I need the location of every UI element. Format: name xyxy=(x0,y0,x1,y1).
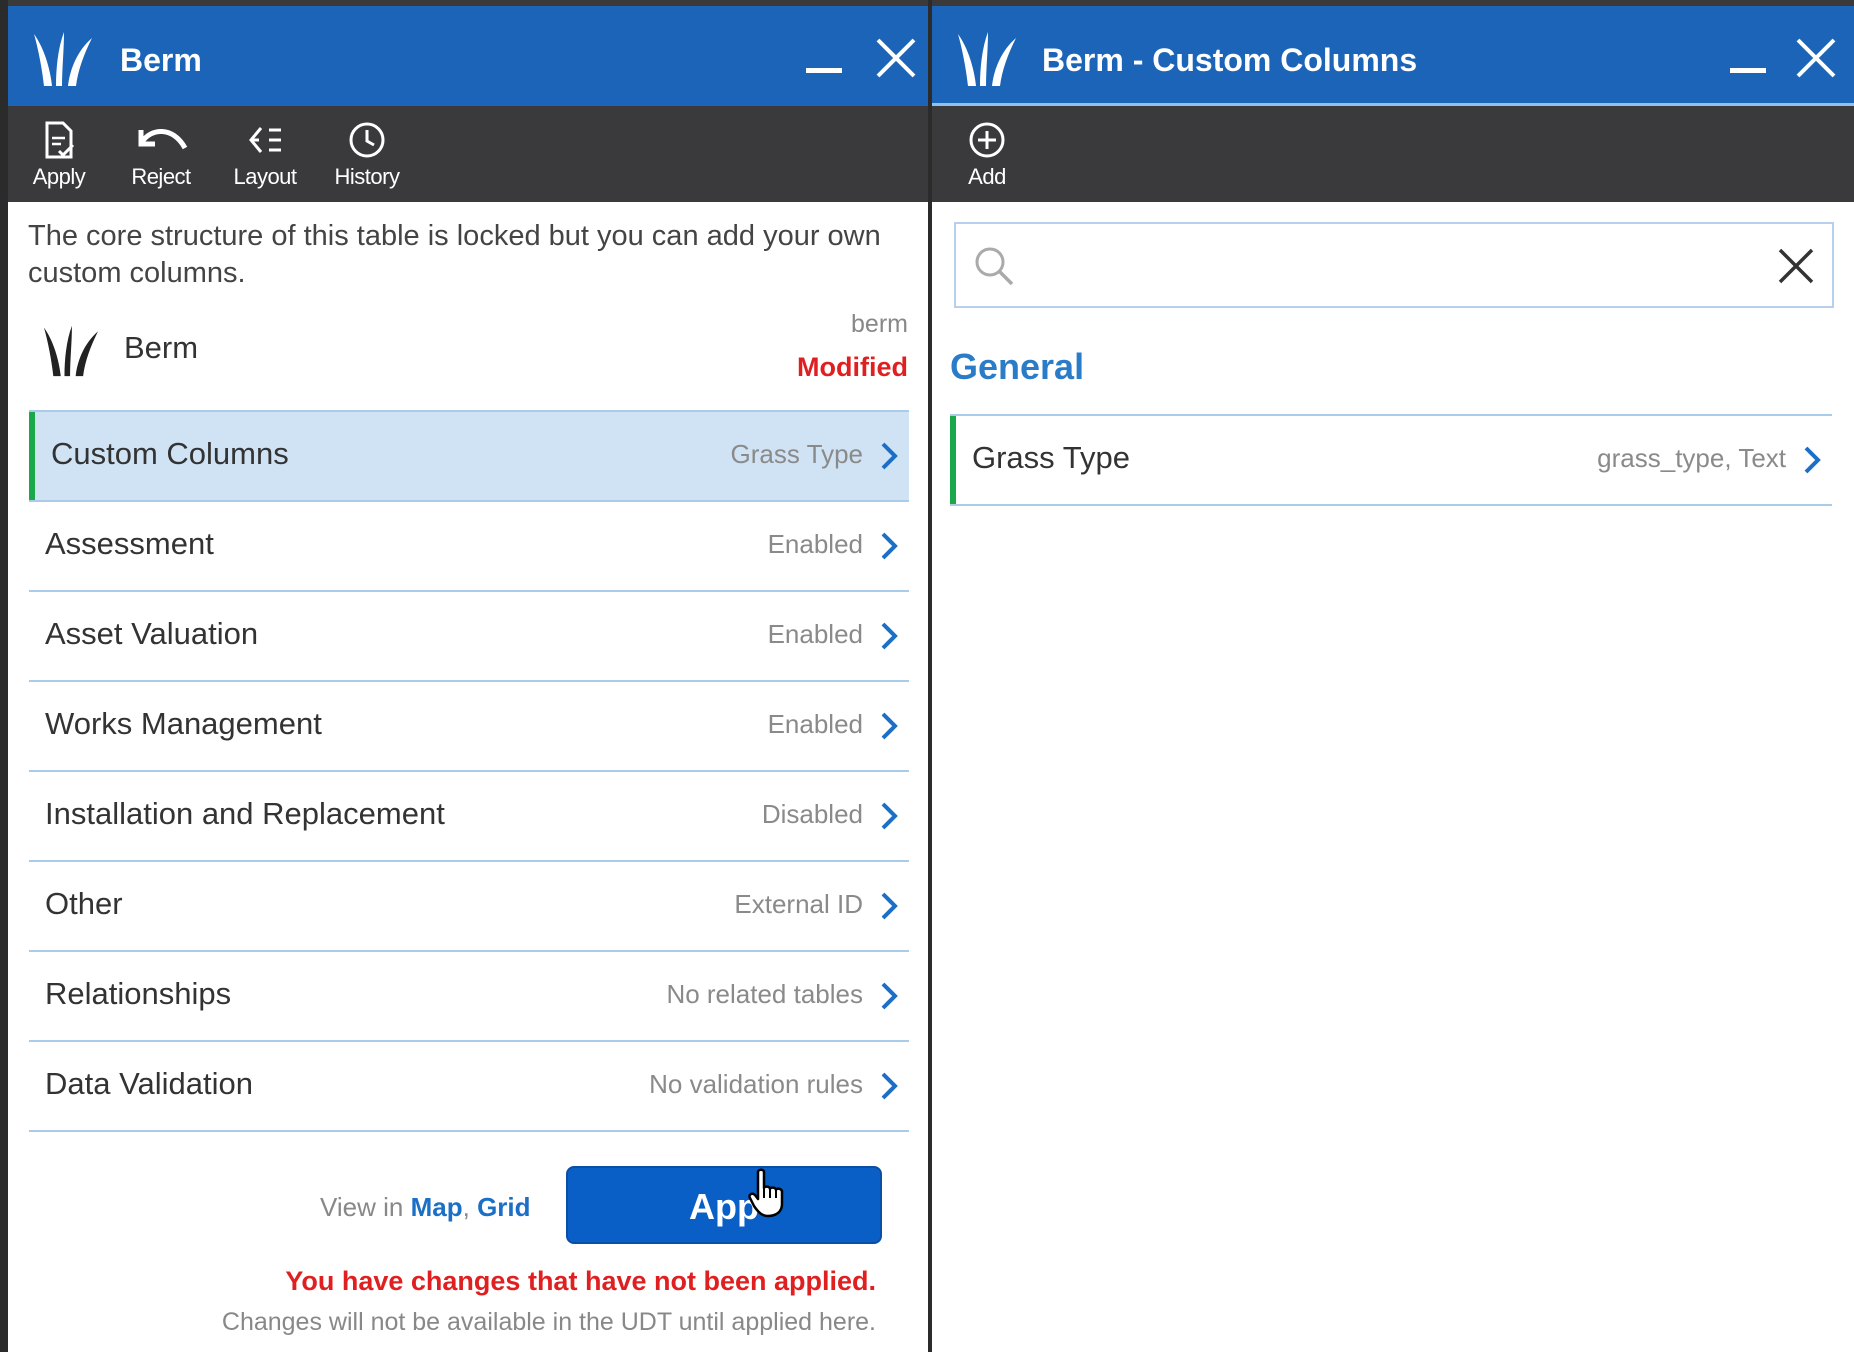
chevron-right-icon xyxy=(881,802,898,830)
list-item-value: No validation rules xyxy=(649,1069,863,1099)
list-item-label: Works Management xyxy=(45,706,322,741)
list-item-value: Enabled xyxy=(767,709,863,739)
chevron-right-icon xyxy=(881,532,898,560)
document-check-icon xyxy=(45,121,75,159)
chevron-right-icon xyxy=(881,622,898,650)
list-item-data-validation[interactable]: Data Validation No validation rules xyxy=(29,1042,909,1132)
list-item-works-management[interactable]: Works Management Enabled xyxy=(29,682,909,772)
grass-logo-icon xyxy=(958,32,1016,86)
list-item-installation-replacement[interactable]: Installation and Replacement Disabled xyxy=(29,772,909,862)
list-item-relationships[interactable]: Relationships No related tables xyxy=(29,952,909,1042)
list-item-other[interactable]: Other External ID xyxy=(29,862,909,952)
clock-icon xyxy=(349,122,385,158)
link-separator: , xyxy=(462,1192,470,1222)
list-item-value: Disabled xyxy=(761,799,863,829)
list-item-value: No related tables xyxy=(666,979,863,1009)
layout-icon xyxy=(249,127,281,153)
undo-icon xyxy=(138,129,188,150)
clear-search-icon[interactable] xyxy=(1774,244,1818,288)
list-item-grass-type[interactable]: Grass Type grass_type, Text xyxy=(950,414,1832,506)
minimize-icon[interactable] xyxy=(1722,32,1774,84)
search-box xyxy=(954,222,1834,308)
titlebar: Berm xyxy=(8,0,928,106)
list-item-label: Data Validation xyxy=(45,1066,253,1101)
list-item-label: Asset Valuation xyxy=(45,616,259,651)
list-item-label: Relationships xyxy=(45,976,232,1011)
window-title: Berm - Custom Columns xyxy=(1042,42,1418,78)
list-item-asset-valuation[interactable]: Asset Valuation Enabled xyxy=(29,592,909,682)
toolbar: Add xyxy=(932,106,1854,202)
grass-logo-icon xyxy=(34,32,92,86)
custom-columns-window: Berm - Custom Columns Add General Grass … xyxy=(932,0,1854,1352)
toolbar: Apply Reject Layout History xyxy=(8,106,928,202)
table-code: berm xyxy=(851,310,908,338)
list-item-value: Enabled xyxy=(767,529,863,559)
unapplied-warning: You have changes that have not been appl… xyxy=(285,1266,876,1296)
chevron-right-icon xyxy=(881,892,898,920)
custom-columns-list: Grass Type grass_type, Text xyxy=(950,414,1832,506)
search-input[interactable] xyxy=(1034,238,1738,294)
history-tool-button[interactable]: History xyxy=(322,114,412,198)
berm-window: Berm Apply Reject Layout History The cor… xyxy=(8,0,928,1352)
status-badge: Modified xyxy=(797,352,908,382)
settings-list: Custom Columns Grass Type Assessment Ena… xyxy=(29,410,909,1132)
view-in-links: View in Map, Grid xyxy=(320,1192,531,1223)
chevron-right-icon xyxy=(881,1072,898,1100)
close-icon[interactable] xyxy=(1790,32,1842,84)
window-title: Berm xyxy=(120,42,202,78)
list-item-value: External ID xyxy=(734,889,863,919)
grid-link[interactable]: Grid xyxy=(477,1192,530,1222)
list-item-label: Assessment xyxy=(45,526,214,561)
list-item-label: Other xyxy=(45,886,123,921)
chevron-right-icon xyxy=(1804,446,1821,474)
apply-button[interactable]: App xyxy=(566,1166,882,1244)
list-item-value: Enabled xyxy=(767,619,863,649)
chevron-right-icon xyxy=(881,712,898,740)
layout-tool-button[interactable]: Layout xyxy=(220,114,310,198)
section-heading: General xyxy=(950,346,1085,387)
grass-logo-icon xyxy=(44,325,98,377)
list-item-label: Installation and Replacement xyxy=(45,796,445,831)
apply-note: Changes will not be available in the UDT… xyxy=(221,1308,876,1336)
chevron-right-icon xyxy=(881,982,898,1010)
close-icon[interactable] xyxy=(870,32,922,84)
reject-tool-button[interactable]: Reject xyxy=(116,114,206,198)
table-name: Berm xyxy=(124,330,199,365)
apply-tool-button[interactable]: Apply xyxy=(14,114,104,198)
map-link[interactable]: Map xyxy=(411,1192,463,1222)
table-header: Berm berm Modified xyxy=(28,306,908,402)
titlebar: Berm - Custom Columns xyxy=(932,0,1854,106)
view-in-label: View in xyxy=(320,1192,404,1222)
search-icon xyxy=(975,247,1014,286)
hand-cursor-icon xyxy=(748,1168,784,1218)
plus-circle-icon xyxy=(969,122,1005,158)
list-item-custom-columns[interactable]: Custom Columns Grass Type xyxy=(29,410,909,502)
add-column-button[interactable]: Add xyxy=(942,114,1032,198)
minimize-icon[interactable] xyxy=(798,32,850,84)
list-item-label: Grass Type xyxy=(972,440,1130,475)
intro-text: The core structure of this table is lock… xyxy=(28,220,881,289)
chevron-right-icon xyxy=(881,442,898,470)
list-item-label: Custom Columns xyxy=(51,436,289,471)
list-item-value: grass_type, Text xyxy=(1597,443,1786,473)
list-item-assessment[interactable]: Assessment Enabled xyxy=(29,502,909,592)
list-item-value: Grass Type xyxy=(730,439,863,469)
